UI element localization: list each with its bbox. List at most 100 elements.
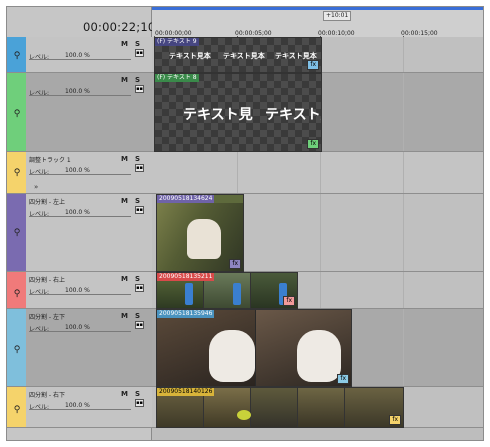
level-slider[interactable] xyxy=(29,331,131,332)
mute-button[interactable]: M xyxy=(121,197,128,205)
track-name[interactable]: 四分割 - 右下 xyxy=(29,390,65,399)
text-sample: テキスト見本 xyxy=(223,52,265,60)
level-value[interactable]: 100.0 % xyxy=(65,209,90,216)
text-clip[interactable]: (F) テキスト 9 テキスト見本 テキスト見本 テキスト見本 fx xyxy=(154,37,322,73)
track-header-5[interactable]: ⚲ 四分割 - 右上 M S レベル: 100.0 % ▪▪ xyxy=(7,272,152,309)
level-slider[interactable] xyxy=(29,95,131,96)
composite-mode-button[interactable]: ▪▪ xyxy=(135,85,144,93)
clip-title: 20090518140126 xyxy=(157,388,215,396)
clip-fx-button[interactable]: fx xyxy=(337,374,349,384)
level-value[interactable]: 100.0 % xyxy=(65,52,90,59)
mute-button[interactable]: M xyxy=(121,390,128,398)
track-header-3[interactable]: ⚲ 調整トラック 1 M S レベル: 100.0 % ▪▪ » xyxy=(7,152,152,194)
ruler-tick-label: 00:00:15;00 xyxy=(401,30,438,37)
level-slider[interactable] xyxy=(29,409,131,410)
loop-region-bar[interactable] xyxy=(152,7,483,10)
collapse-chevron-icon[interactable]: » xyxy=(34,183,38,191)
bottle-thumbnail-shape xyxy=(185,283,193,305)
track-motion-icon[interactable]: ⚲ xyxy=(12,405,22,415)
level-value[interactable]: 100.0 % xyxy=(65,287,90,294)
level-value[interactable]: 100.0 % xyxy=(65,88,90,95)
level-slider[interactable] xyxy=(29,216,131,217)
timeline-window: 00:00:22;10 ⚲ M S レベル: 100.0 % ▪▪ ⚲ M S … xyxy=(6,6,484,441)
text-clip[interactable]: (F) テキスト 8 テキスト見 テキスト見 fx xyxy=(154,73,322,152)
clip-fx-button[interactable]: fx xyxy=(307,60,319,70)
solo-button[interactable]: S xyxy=(135,197,140,205)
clip-title: 20090518134624 xyxy=(157,195,215,203)
clip-thumbnail xyxy=(298,388,344,427)
level-value[interactable]: 100.0 % xyxy=(65,402,90,409)
composite-mode-button[interactable]: ▪▪ xyxy=(135,164,144,172)
solo-button[interactable]: S xyxy=(135,155,140,163)
grid-line xyxy=(403,73,404,151)
ruler-tick-label: 00:00:10;00 xyxy=(318,30,355,37)
clip-title: 20090518135946 xyxy=(157,310,215,318)
track-header-7[interactable]: ⚲ 四分割 - 右下 M S レベル: 100.0 % ▪▪ xyxy=(7,387,152,428)
video-clip[interactable]: 20090518135946 fx xyxy=(156,309,352,387)
video-clip[interactable]: 20090518135211 fx xyxy=(156,272,298,309)
track-header-6[interactable]: ⚲ 四分割 - 左下 M S レベル: 100.0 % ▪▪ xyxy=(7,309,152,387)
track-header-4[interactable]: ⚲ 四分割 - 左上 M S レベル: 100.0 % ▪▪ xyxy=(7,194,152,272)
track-motion-icon[interactable]: ⚲ xyxy=(12,228,22,238)
track-motion-icon[interactable]: ⚲ xyxy=(12,51,22,61)
track-lane-3[interactable] xyxy=(152,152,483,194)
bottle-thumbnail-shape xyxy=(233,283,241,305)
clip-fx-button[interactable]: fx xyxy=(229,259,241,269)
solo-button[interactable]: S xyxy=(135,76,140,84)
track-lane-2[interactable]: (F) テキスト 8 テキスト見 テキスト見 fx xyxy=(152,73,483,152)
solo-button[interactable]: S xyxy=(135,275,140,283)
solo-button[interactable]: S xyxy=(135,390,140,398)
video-clip[interactable]: 20090518140126 fx xyxy=(156,387,404,428)
text-sample: テキスト見本 xyxy=(169,52,211,60)
level-slider[interactable] xyxy=(29,174,131,175)
clip-fx-button[interactable]: fx xyxy=(307,139,319,149)
ruler-tick-label: 00:00:00;00 xyxy=(155,30,192,37)
grid-line xyxy=(403,309,404,386)
solo-button[interactable]: S xyxy=(135,40,140,48)
mute-button[interactable]: M xyxy=(121,76,128,84)
mute-button[interactable]: M xyxy=(121,275,128,283)
composite-mode-button[interactable]: ▪▪ xyxy=(135,206,144,214)
composite-mode-button[interactable]: ▪▪ xyxy=(135,284,144,292)
dog-thumbnail-shape xyxy=(297,330,341,382)
track-header-column: 00:00:22;10 ⚲ M S レベル: 100.0 % ▪▪ ⚲ M S … xyxy=(7,7,155,440)
grid-line xyxy=(403,37,404,72)
track-motion-icon[interactable]: ⚲ xyxy=(12,345,22,355)
level-value[interactable]: 100.0 % xyxy=(65,167,90,174)
clip-title: 20090518135211 xyxy=(157,273,215,281)
track-name[interactable]: 四分割 - 左下 xyxy=(29,312,65,321)
track-header-2[interactable]: ⚲ M S レベル: 100.0 % ▪▪ xyxy=(7,73,152,152)
timecode-display[interactable]: 00:00:22;10 xyxy=(83,20,155,34)
track-lane-6[interactable]: 20090518135946 fx xyxy=(152,309,483,387)
mute-button[interactable]: M xyxy=(121,40,128,48)
composite-mode-button[interactable]: ▪▪ xyxy=(135,49,144,57)
solo-button[interactable]: S xyxy=(135,312,140,320)
grid-line xyxy=(403,194,404,271)
mute-button[interactable]: M xyxy=(121,155,128,163)
track-lane-4[interactable]: 20090518134624 fx xyxy=(152,194,483,272)
grid-line xyxy=(320,194,321,271)
track-name[interactable]: 四分割 - 右上 xyxy=(29,275,65,284)
ruler-tick-label: 00:00:05;00 xyxy=(235,30,272,37)
composite-mode-button[interactable]: ▪▪ xyxy=(135,399,144,407)
track-lane-1[interactable]: (F) テキスト 9 テキスト見本 テキスト見本 テキスト見本 fx xyxy=(152,37,483,73)
composite-mode-button[interactable]: ▪▪ xyxy=(135,321,144,329)
dog-thumbnail-shape xyxy=(187,219,221,259)
grid-line xyxy=(403,152,404,193)
track-motion-icon[interactable]: ⚲ xyxy=(12,168,22,178)
level-value[interactable]: 100.0 % xyxy=(65,324,90,331)
ruler-marker[interactable]: +10:01 xyxy=(323,11,352,21)
level-slider[interactable] xyxy=(29,59,131,60)
video-clip[interactable]: 20090518134624 fx xyxy=(156,194,244,272)
track-motion-icon[interactable]: ⚲ xyxy=(12,289,22,299)
track-name[interactable]: 調整トラック 1 xyxy=(29,155,71,164)
track-lane-5[interactable]: 20090518135211 fx xyxy=(152,272,483,309)
track-header-1[interactable]: ⚲ M S レベル: 100.0 % ▪▪ xyxy=(7,37,152,73)
clip-fx-button[interactable]: fx xyxy=(283,296,295,306)
track-name[interactable]: 四分割 - 左上 xyxy=(29,197,65,206)
level-slider[interactable] xyxy=(29,294,131,295)
track-motion-icon[interactable]: ⚲ xyxy=(12,109,22,119)
track-lane-7[interactable]: 20090518140126 fx xyxy=(152,387,483,428)
mute-button[interactable]: M xyxy=(121,312,128,320)
clip-fx-button[interactable]: fx xyxy=(389,415,401,425)
